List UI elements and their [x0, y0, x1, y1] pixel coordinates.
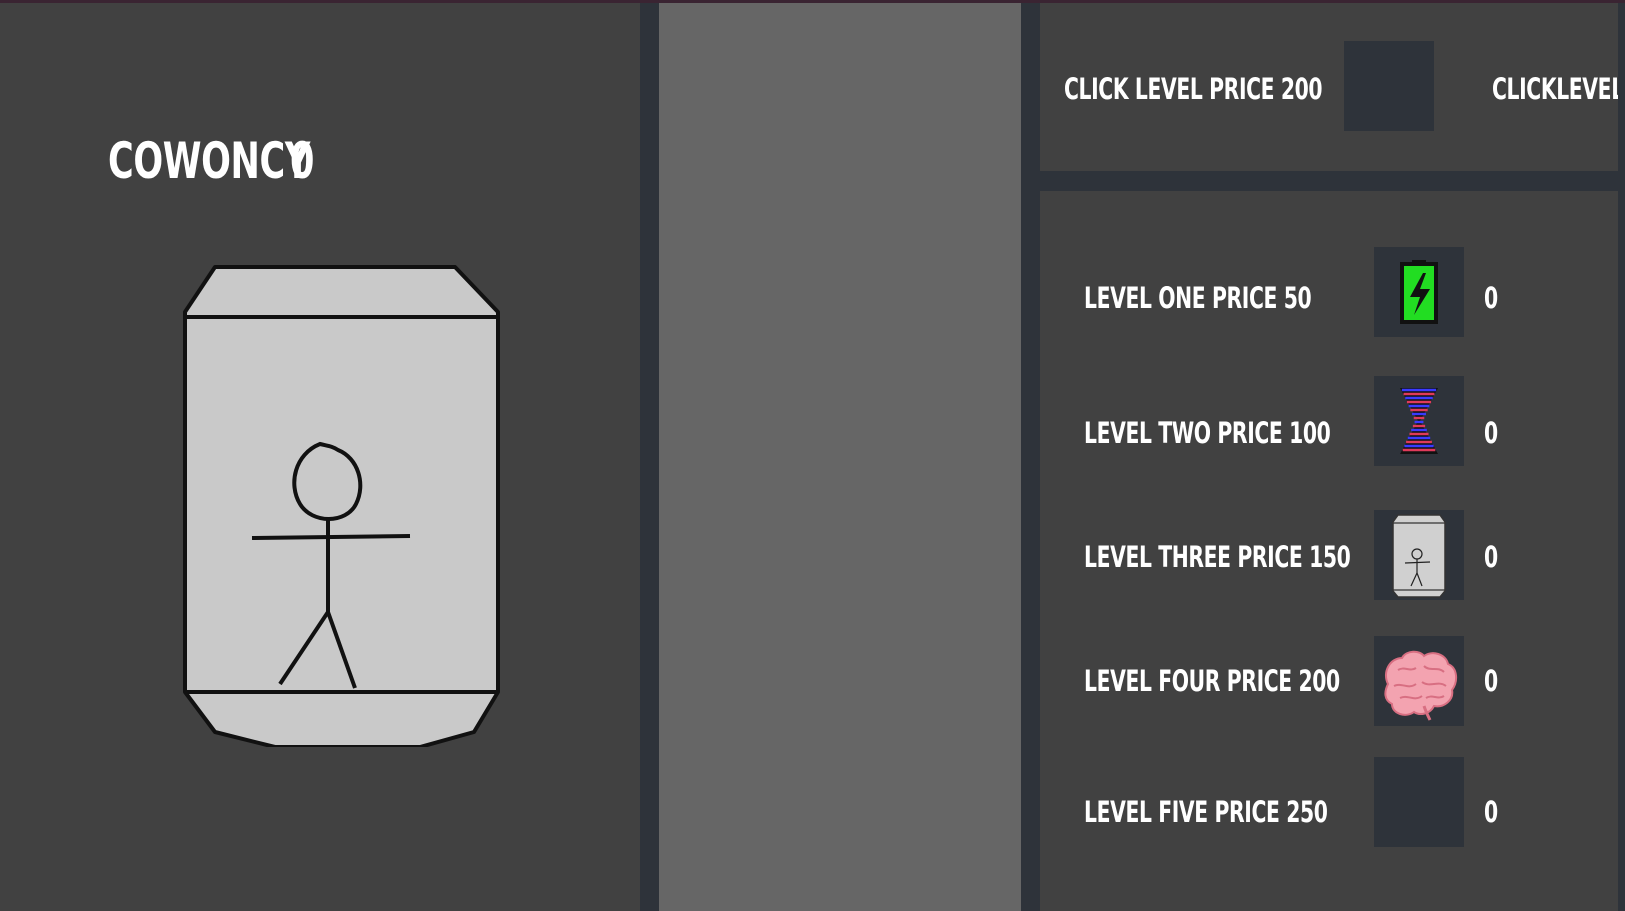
click-level-button-label[interactable]: CLICKLEVELA [1492, 72, 1625, 106]
level-four-price-label: LEVEL FOUR PRICE 200 [1084, 664, 1340, 698]
level-one-count: 0 [1484, 281, 1498, 315]
can-icon [1392, 514, 1446, 598]
level-three-count: 0 [1484, 540, 1498, 574]
right-border [1618, 3, 1625, 911]
brain-icon [1384, 650, 1458, 721]
level-three-buy-button[interactable] [1374, 510, 1464, 600]
level-five-buy-button[interactable] [1374, 757, 1464, 847]
battery-icon [1400, 260, 1438, 324]
level-five-count: 0 [1484, 795, 1498, 829]
level-five-price-label: LEVEL FIVE PRICE 250 [1084, 795, 1328, 829]
currency-value: 0 [290, 132, 315, 190]
stickman-can-icon [183, 265, 500, 749]
click-level-price-label: CLICK LEVEL PRICE 200 [1064, 72, 1323, 106]
level-four-count: 0 [1484, 664, 1498, 698]
cow-can-clicker-button[interactable] [180, 262, 505, 749]
middle-panel [659, 3, 1021, 911]
click-upgrade-buy-button[interactable] [1344, 41, 1434, 131]
level-two-buy-button[interactable] [1374, 376, 1464, 466]
panel-separator [1021, 3, 1040, 911]
panel-separator [640, 3, 659, 911]
panel-divider [1040, 171, 1625, 191]
level-one-buy-button[interactable] [1374, 247, 1464, 337]
currency-label: COWONCY [108, 132, 310, 190]
level-two-count: 0 [1484, 416, 1498, 450]
level-one-price-label: LEVEL ONE PRICE 50 [1084, 281, 1312, 315]
level-two-price-label: LEVEL TWO PRICE 100 [1084, 416, 1331, 450]
level-four-buy-button[interactable] [1374, 636, 1464, 726]
level-three-price-label: LEVEL THREE PRICE 150 [1084, 540, 1351, 574]
dna-icon [1400, 388, 1438, 454]
